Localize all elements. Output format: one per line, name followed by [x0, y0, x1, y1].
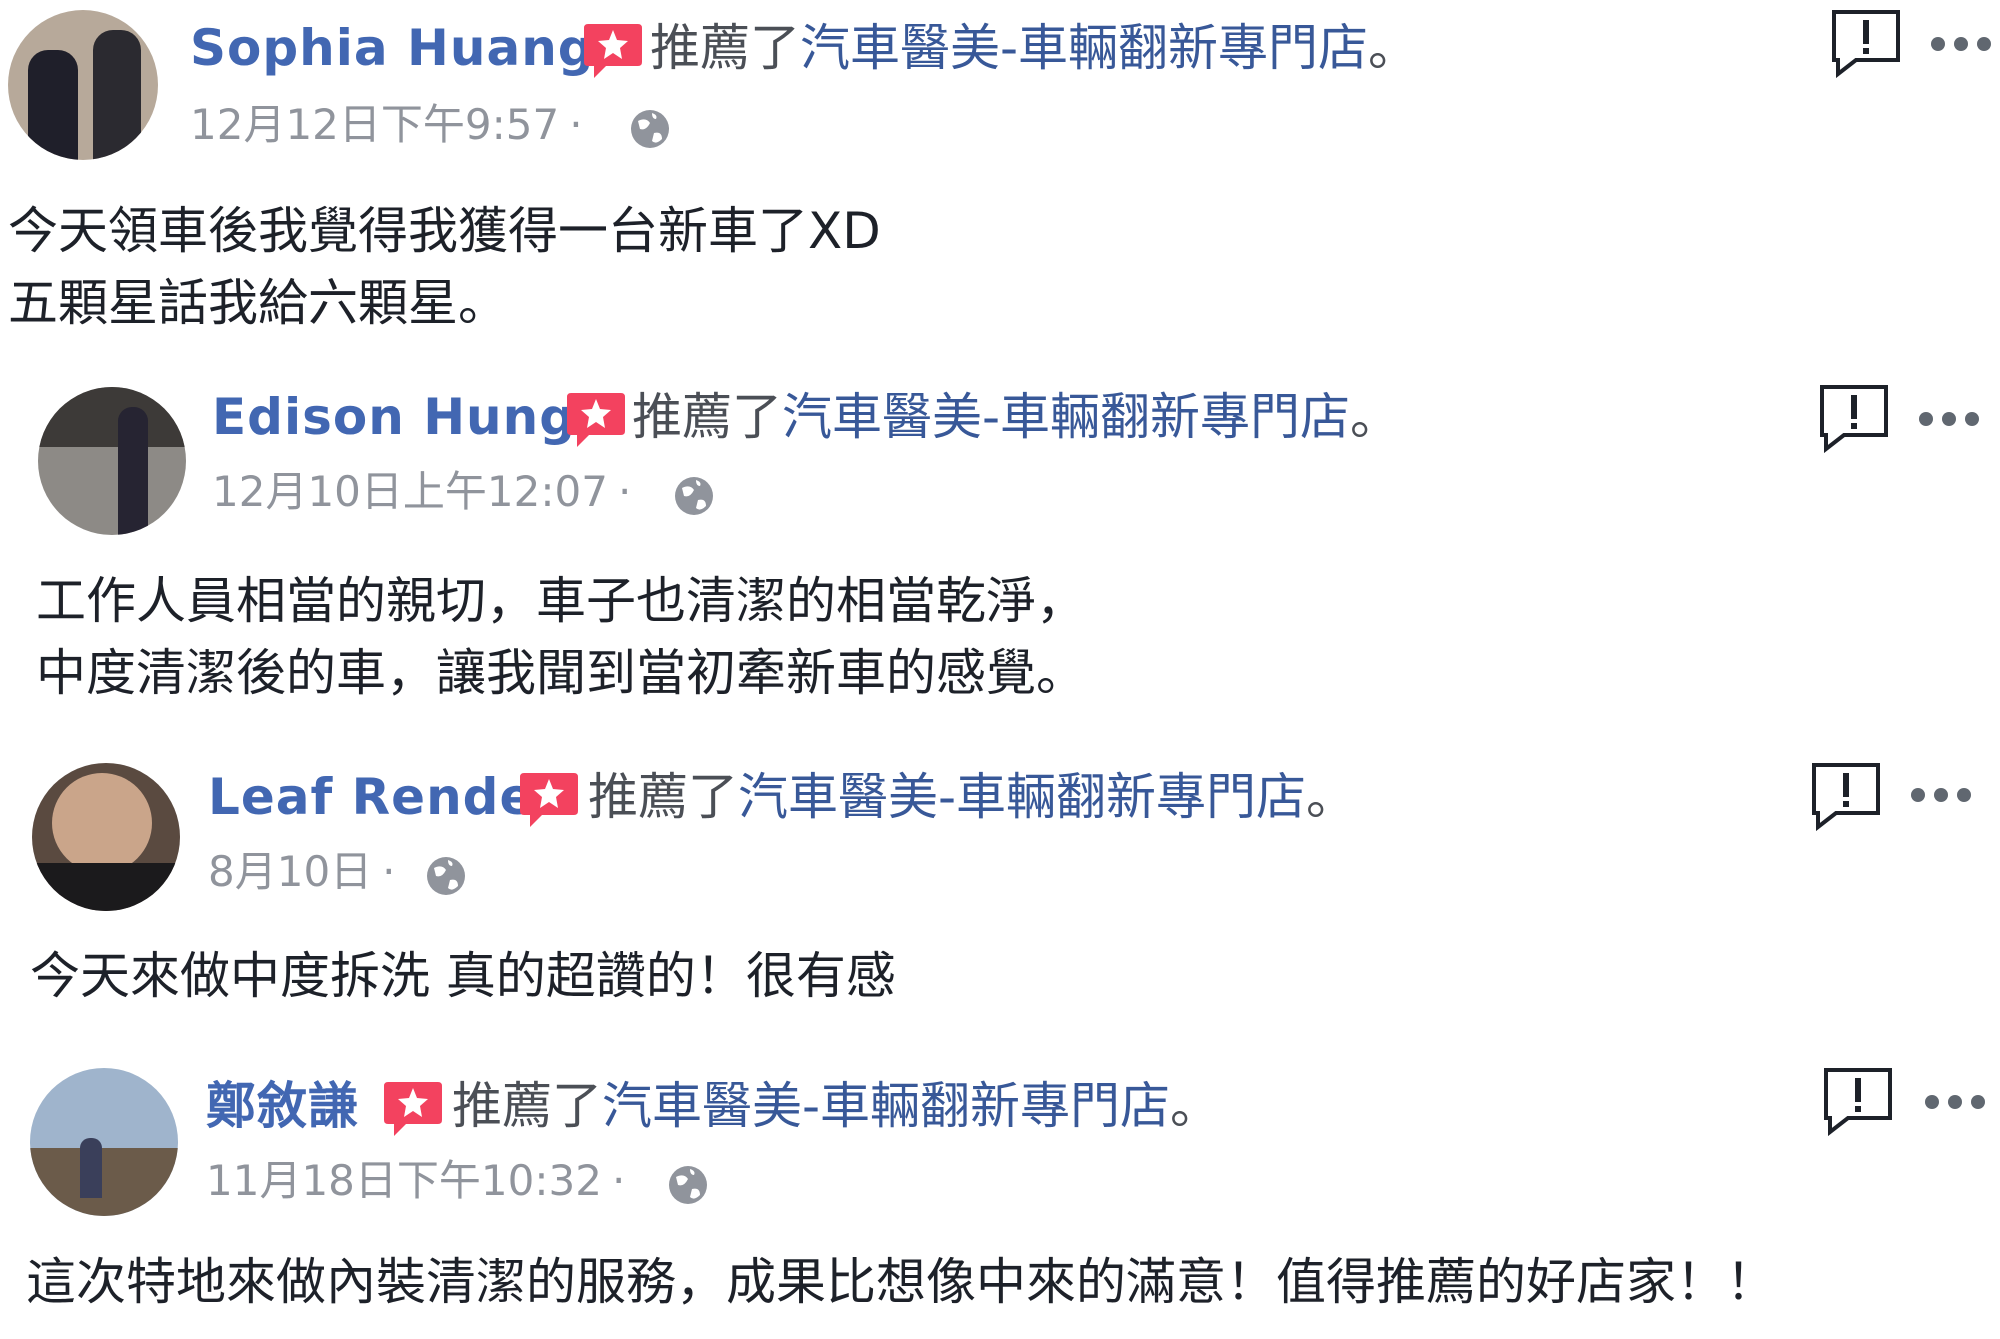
- review-line: 今天領車後我覺得我獲得一台新車了XD: [8, 202, 881, 260]
- recommend-badge-icon: [384, 1082, 442, 1136]
- recommend-text: 推薦了汽車醫美-車輛翻新專門店。: [452, 1078, 1220, 1134]
- author-name[interactable]: Leaf Rende: [208, 769, 534, 825]
- globe-icon: [675, 477, 713, 515]
- timestamp-link[interactable]: 12月10日上午12:07: [212, 467, 608, 516]
- more-options-icon[interactable]: [1930, 36, 1992, 52]
- review-line: 這次特地來做內裝清潔的服務，成果比想像中來的滿意！值得推薦的好店家！！: [26, 1253, 1776, 1311]
- report-icon[interactable]: [1822, 1066, 1894, 1136]
- post-meta: 11月18日下午10:32 ·: [206, 1156, 635, 1206]
- separator: ·: [382, 847, 396, 896]
- review-line: 工作人員相當的親切，車子也清潔的相當乾淨，: [36, 572, 1086, 630]
- action-label: 推薦了: [632, 388, 782, 446]
- period: 。: [1306, 768, 1357, 826]
- avatar[interactable]: [30, 1068, 178, 1216]
- action-label: 推薦了: [452, 1077, 602, 1135]
- review-item: Edison Hung 推薦了汽車醫美-車輛翻新專門店。 12月10日上午12:…: [0, 375, 2000, 715]
- review-line: 中度清潔後的車，讓我聞到當初牽新車的感覺。: [36, 644, 1086, 702]
- separator: ·: [611, 1156, 626, 1205]
- recommend-text: 推薦了汽車醫美-車輛翻新專門店。: [588, 769, 1356, 825]
- page-link[interactable]: 汽車醫美-車輛翻新專門店: [602, 1077, 1170, 1135]
- more-options-icon[interactable]: [1918, 411, 1980, 427]
- author-name[interactable]: Sophia Huang: [190, 20, 595, 76]
- more-options-icon[interactable]: [1924, 1094, 1986, 1110]
- page-link[interactable]: 汽車醫美-車輛翻新專門店: [800, 19, 1368, 77]
- author-name[interactable]: Edison Hung: [212, 389, 576, 445]
- post-meta: 8月10日 ·: [208, 847, 406, 897]
- avatar[interactable]: [8, 10, 158, 160]
- globe-icon: [631, 110, 669, 148]
- post-meta: 12月10日上午12:07 ·: [212, 467, 641, 517]
- avatar[interactable]: [32, 763, 180, 911]
- timestamp-link[interactable]: 8月10日: [208, 847, 372, 896]
- page-link[interactable]: 汽車醫美-車輛翻新專門店: [738, 768, 1306, 826]
- separator: ·: [569, 100, 583, 149]
- report-icon[interactable]: [1818, 383, 1890, 453]
- separator: ·: [617, 467, 632, 516]
- review-text: 這次特地來做內裝清潔的服務，成果比想像中來的滿意！值得推薦的好店家！！: [26, 1246, 1776, 1318]
- review-text: 工作人員相當的親切，車子也清潔的相當乾淨， 中度清潔後的車，讓我聞到當初牽新車的…: [36, 565, 1086, 709]
- avatar[interactable]: [38, 387, 186, 535]
- timestamp-link[interactable]: 12月12日下午9:57: [190, 100, 559, 149]
- review-item: Sophia Huang 推薦了汽車醫美-車輛翻新專門店。 12月12日下午9:…: [0, 0, 2000, 332]
- author-name[interactable]: 鄭敘謙: [206, 1078, 359, 1134]
- report-icon[interactable]: [1830, 8, 1902, 78]
- report-icon[interactable]: [1810, 761, 1882, 831]
- review-line: 五顆星話我給六顆星。: [8, 274, 508, 332]
- post-meta: 12月12日下午9:57 ·: [190, 100, 593, 150]
- page-link[interactable]: 汽車醫美-車輛翻新專門店: [782, 388, 1350, 446]
- recommend-badge-icon: [567, 393, 625, 447]
- recommend-text: 推薦了汽車醫美-車輛翻新專門店。: [632, 389, 1400, 445]
- period: 。: [1368, 19, 1419, 77]
- review-item: Leaf Rende 推薦了汽車醫美-車輛翻新專門店。 8月10日 · 今天來做中…: [0, 755, 2000, 1025]
- recommend-text: 推薦了汽車醫美-車輛翻新專門店。: [650, 20, 1418, 76]
- more-options-icon[interactable]: [1910, 787, 1972, 803]
- period: 。: [1350, 388, 1401, 446]
- review-item: 鄭敘謙 推薦了汽車醫美-車輛翻新專門店。 11月18日下午10:32 · 這次特地…: [0, 1060, 2000, 1339]
- period: 。: [1170, 1077, 1221, 1135]
- review-line: 今天來做中度拆洗 真的超讚的！很有感: [30, 947, 896, 1005]
- recommend-badge-icon: [520, 773, 578, 827]
- action-label: 推薦了: [588, 768, 738, 826]
- action-label: 推薦了: [650, 19, 800, 77]
- timestamp-link[interactable]: 11月18日下午10:32: [206, 1156, 602, 1205]
- review-text: 今天來做中度拆洗 真的超讚的！很有感: [30, 940, 896, 1012]
- globe-icon: [669, 1166, 707, 1204]
- recommend-badge-icon: [584, 24, 642, 78]
- globe-icon: [427, 857, 465, 895]
- review-text: 今天領車後我覺得我獲得一台新車了XD 五顆星話我給六顆星。: [8, 195, 881, 339]
